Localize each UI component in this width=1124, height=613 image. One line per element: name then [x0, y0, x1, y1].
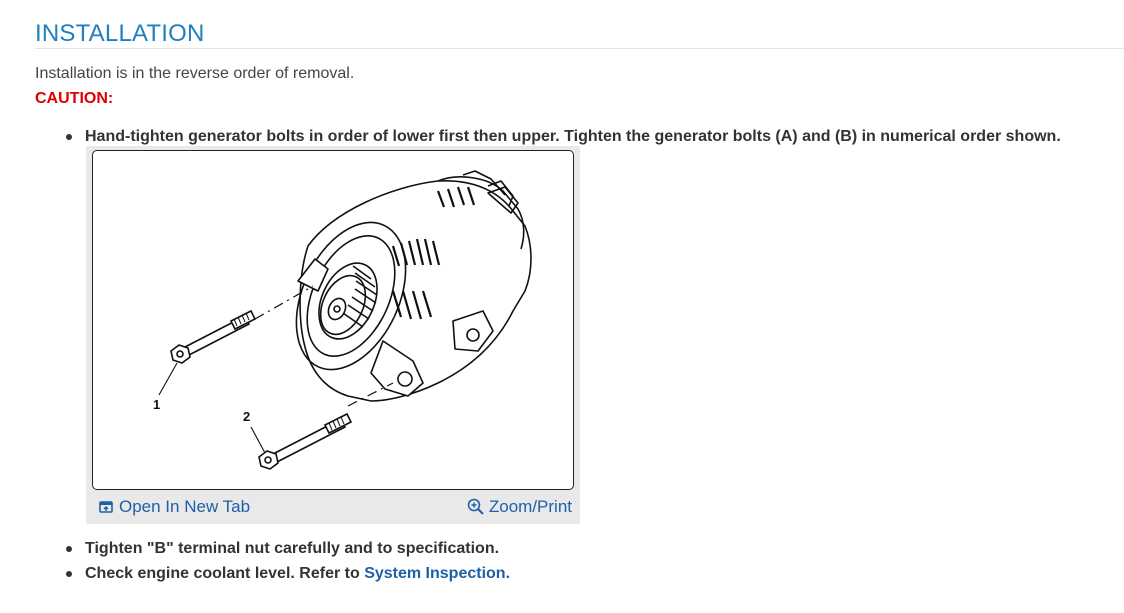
- bullet-dot: [66, 571, 72, 577]
- generator-illustration[interactable]: 1 2: [92, 150, 574, 490]
- title-divider: [35, 48, 1124, 49]
- callout-1: 1: [153, 397, 160, 412]
- callout-2: 2: [243, 409, 250, 424]
- list-item-text: Hand-tighten generator bolts in order of…: [85, 128, 1061, 145]
- callout-labels: 1 2: [153, 397, 250, 424]
- list-item-text: Tighten "B" terminal nut carefully and t…: [85, 540, 500, 557]
- list-item-text: Check engine coolant level. Refer to Sys…: [85, 565, 510, 583]
- bullet-dot: [66, 134, 72, 140]
- zoom-print-link[interactable]: Zoom/Print: [467, 497, 572, 517]
- open-new-tab-icon: [99, 501, 113, 513]
- zoom-in-icon: [467, 498, 484, 515]
- figure-panel: 1 2 Open In New Tab Zoom/Print: [86, 146, 580, 524]
- intro-text: Installation is in the reverse order of …: [35, 65, 355, 82]
- open-in-new-tab-link[interactable]: Open In New Tab: [99, 497, 250, 517]
- system-inspection-link[interactable]: System Inspection.: [364, 565, 510, 582]
- caution-label: CAUTION:: [35, 90, 114, 107]
- zoom-print-label: Zoom/Print: [488, 497, 572, 516]
- bullet-dot: [66, 546, 72, 552]
- open-in-new-tab-label: Open In New Tab: [119, 497, 251, 516]
- list-item-text-prefix: Check engine coolant level. Refer to: [85, 565, 365, 582]
- section-title: INSTALLATION: [35, 20, 205, 47]
